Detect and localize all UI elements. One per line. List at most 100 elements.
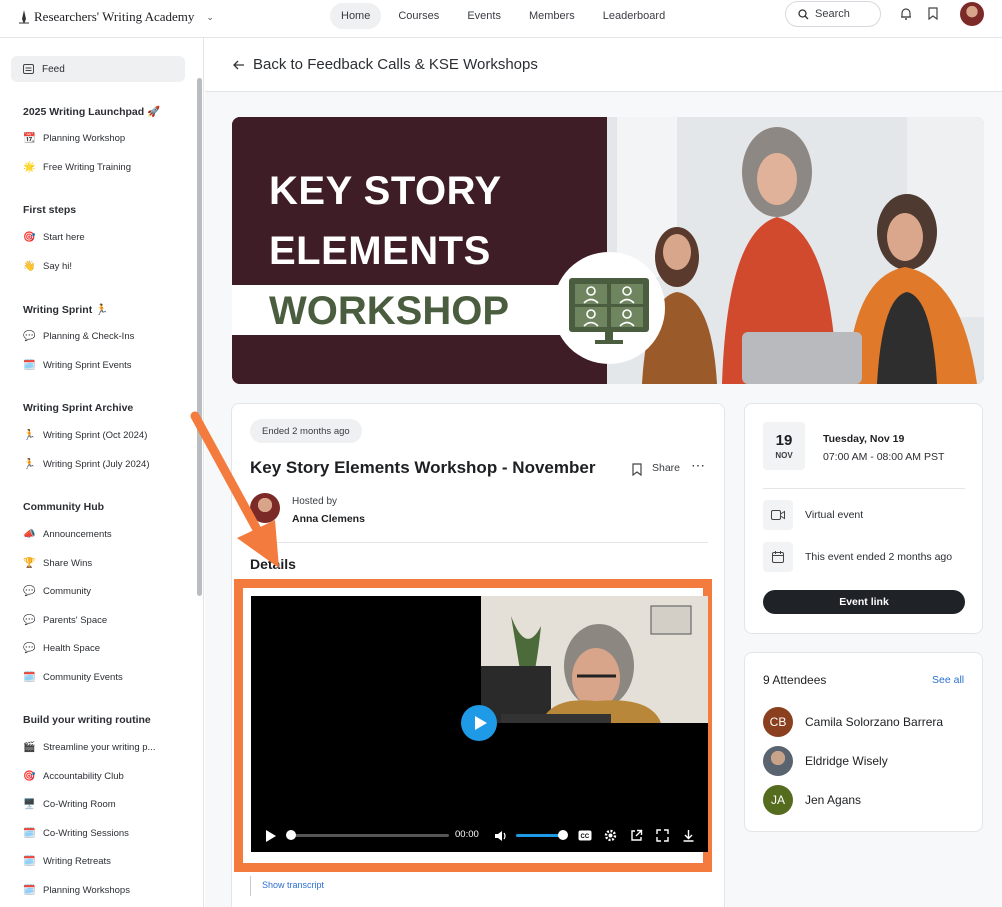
nav-home[interactable]: Home [330, 3, 382, 29]
bookmark-icon[interactable] [632, 463, 642, 476]
more-options-icon[interactable]: ⋯ [691, 457, 705, 474]
sidebar-item-health-space[interactable]: 💬 Health Space [23, 643, 100, 654]
sidebar-item-planning-workshops[interactable]: 🗓️ Planning Workshops [23, 885, 130, 896]
sidebar-section-title: Writing Sprint 🏃 [23, 304, 109, 316]
sidebar-item-planning-workshop[interactable]: 📆 Planning Workshop [23, 133, 125, 144]
sidebar-item-co-writing-room[interactable]: 🖥️ Co-Writing Room [23, 799, 115, 810]
banner-title-line3: WORKSHOP [269, 289, 509, 333]
sidebar-item-label: Planning Workshops [43, 885, 130, 896]
play-icon[interactable] [265, 829, 277, 843]
sidebar-item-free-writing-training[interactable]: 🌟 Free Writing Training [23, 162, 131, 173]
sidebar-section-title: Build your writing routine [23, 714, 151, 726]
video-controls: 00:00 CC [251, 820, 708, 852]
sidebar-section-title: First steps [23, 204, 77, 216]
progress-knob[interactable] [286, 830, 296, 840]
volume-knob[interactable] [558, 830, 568, 840]
user-avatar[interactable] [960, 2, 984, 26]
divider [763, 488, 965, 489]
sidebar-item-label: Accountability Club [43, 771, 124, 782]
chat-icon: 💬 [23, 586, 36, 597]
attendee-row[interactable]: JA Jen Agans [763, 785, 861, 815]
attendee-name: Eldridge Wisely [805, 754, 888, 768]
gear-icon[interactable] [604, 829, 617, 842]
sidebar-item-label: Writing Sprint (Oct 2024) [43, 430, 148, 441]
sidebar-item-announcements[interactable]: 📣 Announcements [23, 529, 112, 540]
bookmark-icon[interactable] [928, 7, 938, 20]
nav-events[interactable]: Events [456, 3, 512, 29]
sidebar-item-writing-retreats[interactable]: 🗓️ Writing Retreats [23, 856, 111, 867]
date-month: NOV [775, 451, 793, 460]
see-all-link[interactable]: See all [932, 674, 964, 686]
sidebar-item-writing-sprint-events[interactable]: 🗓️ Writing Sprint Events [23, 360, 131, 371]
video-time: 00:00 [455, 829, 479, 840]
sidebar-section-title: Community Hub [23, 501, 105, 513]
volume-icon[interactable] [494, 830, 508, 842]
sidebar-item-co-writing-sessions[interactable]: 🗓️ Co-Writing Sessions [23, 828, 129, 839]
calendar-icon: 🗓️ [23, 672, 36, 683]
trophy-icon: 🏆 [23, 558, 36, 569]
search-button[interactable]: Search [785, 1, 881, 27]
date-day: 19 [775, 432, 793, 449]
nav-courses[interactable]: Courses [387, 3, 450, 29]
attendee-row[interactable]: CB Camila Solorzano Barrera [763, 707, 943, 737]
clapperboard-icon: 🎬 [23, 742, 36, 753]
sidebar-item-parents-space[interactable]: 💬 Parents' Space [23, 615, 107, 626]
sidebar-item-label: Say hi! [43, 261, 73, 272]
sidebar-scrollbar[interactable] [197, 78, 202, 596]
star-icon: 🌟 [23, 162, 36, 173]
sidebar-item-label: Announcements [43, 529, 112, 540]
chat-icon: 💬 [23, 615, 36, 626]
sidebar-item-accountability-club[interactable]: 🎯 Accountability Club [23, 771, 124, 782]
attendees-card: 9 Attendees See all CB Camila Solorzano … [744, 652, 983, 832]
fullscreen-icon[interactable] [656, 829, 669, 842]
popout-icon[interactable] [630, 829, 643, 842]
banner-circle [553, 252, 665, 364]
attendee-name: Camila Solorzano Barrera [805, 715, 944, 729]
hosted-by-label: Hosted by [292, 496, 338, 507]
event-info-card: 19 NOV Tuesday, Nov 19 07:00 AM - 08:00 … [744, 403, 983, 634]
video-player[interactable]: 00:00 CC [251, 596, 708, 852]
play-icon [475, 716, 487, 730]
captions-icon[interactable]: CC [578, 830, 592, 841]
brand-logo[interactable]: Researchers' Writing Academy ⌄ [18, 9, 214, 25]
show-transcript-link[interactable]: Show transcript [262, 880, 324, 890]
back-link[interactable]: Back to Feedback Calls & KSE Workshops [205, 38, 1002, 92]
sidebar-item-start-here[interactable]: 🎯 Start here [23, 232, 84, 243]
sidebar-item-say-hi[interactable]: 👋 Say hi! [23, 261, 72, 272]
sidebar-item-label: Planning & Check-Ins [43, 331, 135, 342]
chevron-down-icon[interactable]: ⌄ [206, 12, 214, 23]
sidebar-item-feed[interactable]: Feed [11, 56, 185, 82]
host-name[interactable]: Anna Clemens [292, 513, 365, 525]
event-title: Key Story Elements Workshop - November [250, 458, 596, 477]
play-button[interactable] [461, 705, 497, 741]
feed-icon [23, 64, 34, 74]
sidebar-item-streamline[interactable]: 🎬 Streamline your writing p... [23, 742, 155, 753]
avatar [763, 746, 793, 776]
sidebar-item-community[interactable]: 💬 Community [23, 586, 91, 597]
event-date: Tuesday, Nov 19 [823, 433, 905, 445]
host-avatar[interactable] [250, 493, 280, 523]
nav-members[interactable]: Members [518, 3, 586, 29]
share-button[interactable]: Share [652, 462, 680, 474]
date-badge: 19 NOV [763, 422, 805, 470]
back-link-label: Back to Feedback Calls & KSE Workshops [253, 56, 538, 73]
sidebar-item-writing-sprint-july[interactable]: 🏃 Writing Sprint (July 2024) [23, 459, 149, 470]
nav-leaderboard[interactable]: Leaderboard [592, 3, 676, 29]
calendar-icon: 🗓️ [23, 856, 36, 867]
status-badge: Ended 2 months ago [250, 419, 362, 443]
attendee-row[interactable]: Eldridge Wisely [763, 746, 888, 776]
event-link-button[interactable]: Event link [763, 590, 965, 614]
main-content: Back to Feedback Calls & KSE Workshops K… [205, 38, 1002, 907]
download-icon[interactable] [682, 829, 695, 842]
calendar-icon: 🗓️ [23, 828, 36, 839]
progress-track[interactable] [289, 834, 449, 837]
main-nav: Home Courses Events Members Leaderboard [330, 3, 676, 29]
bell-icon[interactable] [900, 7, 912, 20]
sidebar-item-label: Feed [42, 63, 65, 75]
sidebar-item-writing-sprint-oct[interactable]: 🏃 Writing Sprint (Oct 2024) [23, 430, 147, 441]
sidebar-item-share-wins[interactable]: 🏆 Share Wins [23, 558, 92, 569]
banner-title-line1: KEY STORY [269, 169, 502, 213]
sidebar-item-planning-check-ins[interactable]: 💬 Planning & Check-Ins [23, 331, 134, 342]
attendee-name: Jen Agans [805, 793, 862, 807]
sidebar-item-community-events[interactable]: 🗓️ Community Events [23, 672, 122, 683]
